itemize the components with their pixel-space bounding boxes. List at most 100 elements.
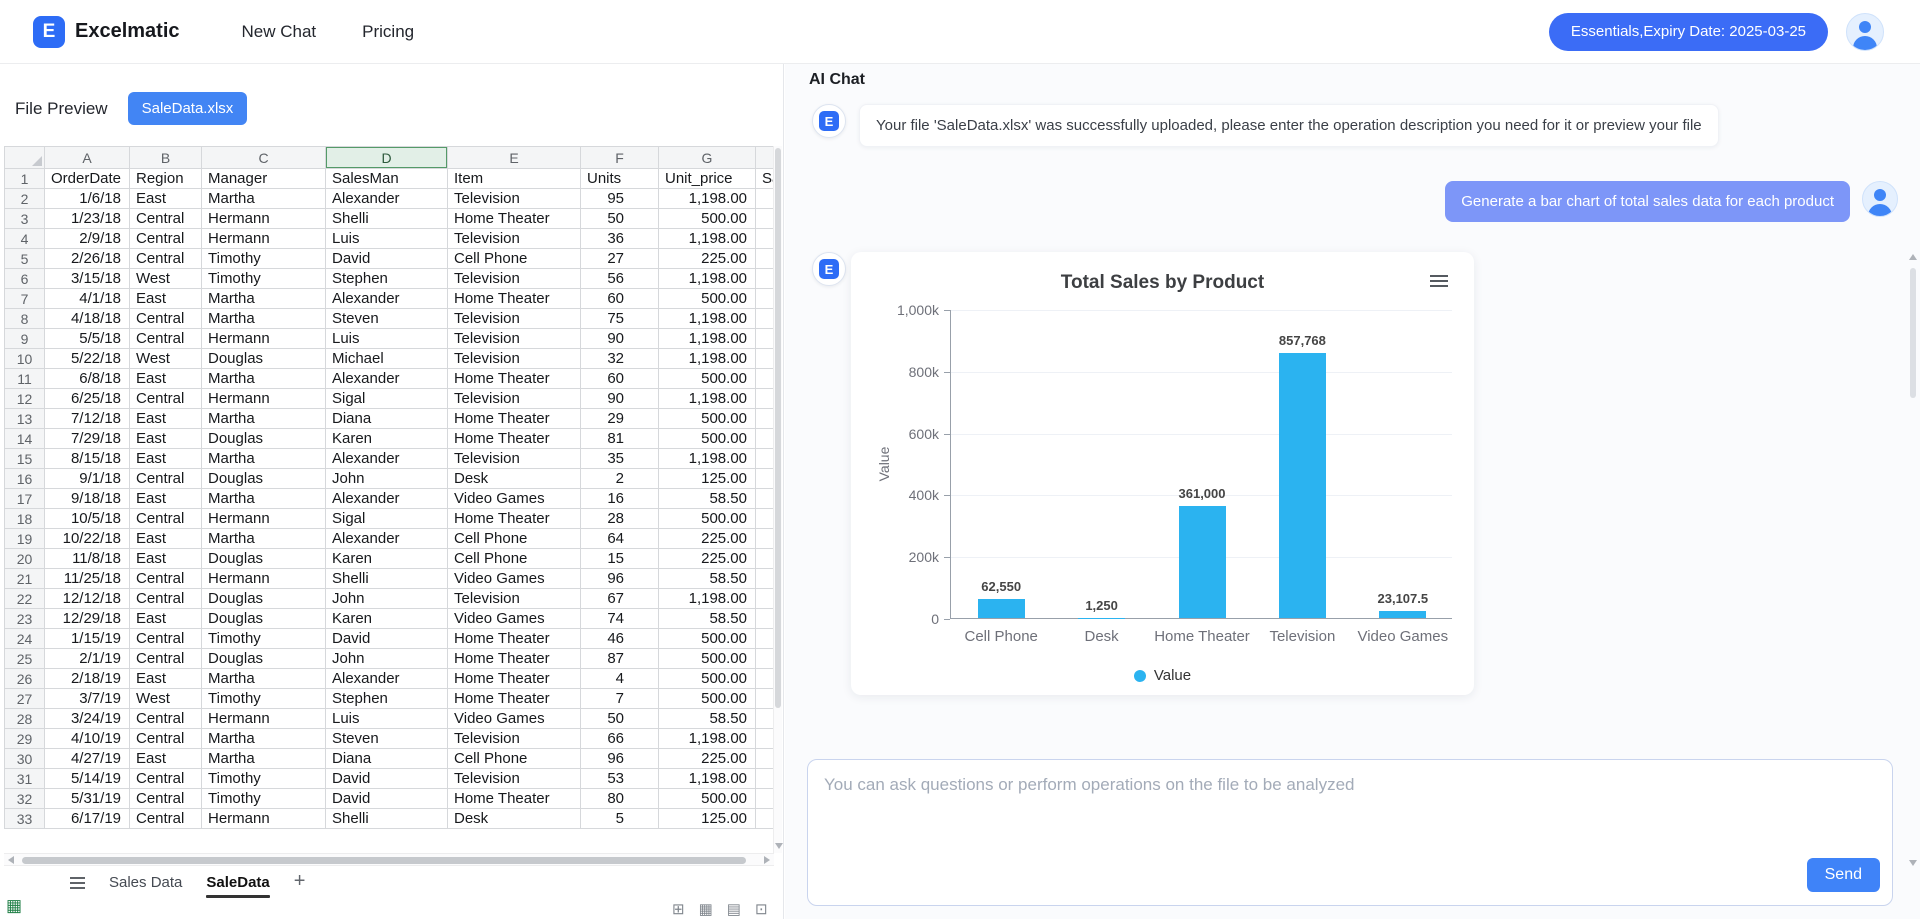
cell-A10[interactable]: 5/22/18 [45,349,130,369]
cell-A31[interactable]: 5/14/19 [45,769,130,789]
cell-B14[interactable]: East [130,429,202,449]
cell-A16[interactable]: 9/1/18 [45,469,130,489]
cell-F5[interactable]: 27 [581,249,659,269]
row-number-17[interactable]: 17 [5,489,45,509]
cell-E10[interactable]: Television [448,349,581,369]
cell-D29[interactable]: Steven [326,729,448,749]
cell-G19[interactable]: 225.00 [659,529,756,549]
row-number-11[interactable]: 11 [5,369,45,389]
cell-H12[interactable] [756,389,775,409]
cell-F1[interactable]: Units [581,169,659,189]
cell-C11[interactable]: Martha [202,369,326,389]
cell-H7[interactable] [756,289,775,309]
cell-G10[interactable]: 1,198.00 [659,349,756,369]
cell-D12[interactable]: Sigal [326,389,448,409]
row-number-19[interactable]: 19 [5,529,45,549]
cell-H10[interactable] [756,349,775,369]
cell-C19[interactable]: Martha [202,529,326,549]
cell-A5[interactable]: 2/26/18 [45,249,130,269]
sheet-vertical-scrollbar[interactable] [773,146,782,853]
cell-C21[interactable]: Hermann [202,569,326,589]
cell-G25[interactable]: 500.00 [659,649,756,669]
row-number-5[interactable]: 5 [5,249,45,269]
cell-E9[interactable]: Television [448,329,581,349]
grid-icon[interactable]: ⊞ [672,900,685,918]
cell-H23[interactable] [756,609,775,629]
row-number-18[interactable]: 18 [5,509,45,529]
cell-C20[interactable]: Douglas [202,549,326,569]
scroll-down-arrow-icon[interactable] [775,843,783,849]
chart-grid-icon[interactable]: ▦ [699,900,713,918]
cell-C3[interactable]: Hermann [202,209,326,229]
cell-C22[interactable]: Douglas [202,589,326,609]
cell-D18[interactable]: Sigal [326,509,448,529]
cell-B20[interactable]: East [130,549,202,569]
cell-E23[interactable]: Video Games [448,609,581,629]
cell-F7[interactable]: 60 [581,289,659,309]
cell-H3[interactable] [756,209,775,229]
row-number-23[interactable]: 23 [5,609,45,629]
cell-H28[interactable] [756,709,775,729]
column-header-A[interactable]: A [45,147,130,169]
cell-E30[interactable]: Cell Phone [448,749,581,769]
cell-D28[interactable]: Luis [326,709,448,729]
cell-A27[interactable]: 3/7/19 [45,689,130,709]
cell-A17[interactable]: 9/18/18 [45,489,130,509]
cell-B23[interactable]: East [130,609,202,629]
cell-B29[interactable]: Central [130,729,202,749]
cell-G21[interactable]: 58.50 [659,569,756,589]
cell-B12[interactable]: Central [130,389,202,409]
cell-A8[interactable]: 4/18/18 [45,309,130,329]
cell-C30[interactable]: Martha [202,749,326,769]
cell-H32[interactable] [756,789,775,809]
cell-C13[interactable]: Martha [202,409,326,429]
cell-G3[interactable]: 500.00 [659,209,756,229]
cell-E18[interactable]: Home Theater [448,509,581,529]
cell-F21[interactable]: 96 [581,569,659,589]
cell-C9[interactable]: Hermann [202,329,326,349]
cell-F27[interactable]: 7 [581,689,659,709]
cell-G6[interactable]: 1,198.00 [659,269,756,289]
table-icon[interactable]: ▤ [727,900,741,918]
cell-A3[interactable]: 1/23/18 [45,209,130,229]
cell-H8[interactable] [756,309,775,329]
cell-F22[interactable]: 67 [581,589,659,609]
cell-A4[interactable]: 2/9/18 [45,229,130,249]
cell-F11[interactable]: 60 [581,369,659,389]
cell-G14[interactable]: 500.00 [659,429,756,449]
cell-D11[interactable]: Alexander [326,369,448,389]
cell-H26[interactable] [756,669,775,689]
cell-A30[interactable]: 4/27/19 [45,749,130,769]
cell-A7[interactable]: 4/1/18 [45,289,130,309]
cell-C23[interactable]: Douglas [202,609,326,629]
cell-F19[interactable]: 64 [581,529,659,549]
row-number-7[interactable]: 7 [5,289,45,309]
cell-E5[interactable]: Cell Phone [448,249,581,269]
cell-D21[interactable]: Shelli [326,569,448,589]
cell-D25[interactable]: John [326,649,448,669]
cell-H4[interactable] [756,229,775,249]
column-header-C[interactable]: C [202,147,326,169]
cell-G22[interactable]: 1,198.00 [659,589,756,609]
row-number-1[interactable]: 1 [5,169,45,189]
row-number-32[interactable]: 32 [5,789,45,809]
scroll-right-arrow-icon[interactable] [764,856,770,864]
cell-A19[interactable]: 10/22/18 [45,529,130,549]
cell-B32[interactable]: Central [130,789,202,809]
cell-H31[interactable] [756,769,775,789]
row-number-3[interactable]: 3 [5,209,45,229]
cell-B2[interactable]: East [130,189,202,209]
cell-G9[interactable]: 1,198.00 [659,329,756,349]
cell-G30[interactable]: 225.00 [659,749,756,769]
cell-B24[interactable]: Central [130,629,202,649]
cell-A29[interactable]: 4/10/19 [45,729,130,749]
sheet-menu-icon[interactable] [70,877,85,889]
scroll-up-arrow-icon[interactable] [1909,254,1917,260]
bar-television[interactable] [1279,353,1326,618]
cell-G33[interactable]: 125.00 [659,809,756,829]
chart-menu-icon[interactable] [1430,275,1448,288]
cell-B13[interactable]: East [130,409,202,429]
cell-A13[interactable]: 7/12/18 [45,409,130,429]
cell-E3[interactable]: Home Theater [448,209,581,229]
cell-E32[interactable]: Home Theater [448,789,581,809]
